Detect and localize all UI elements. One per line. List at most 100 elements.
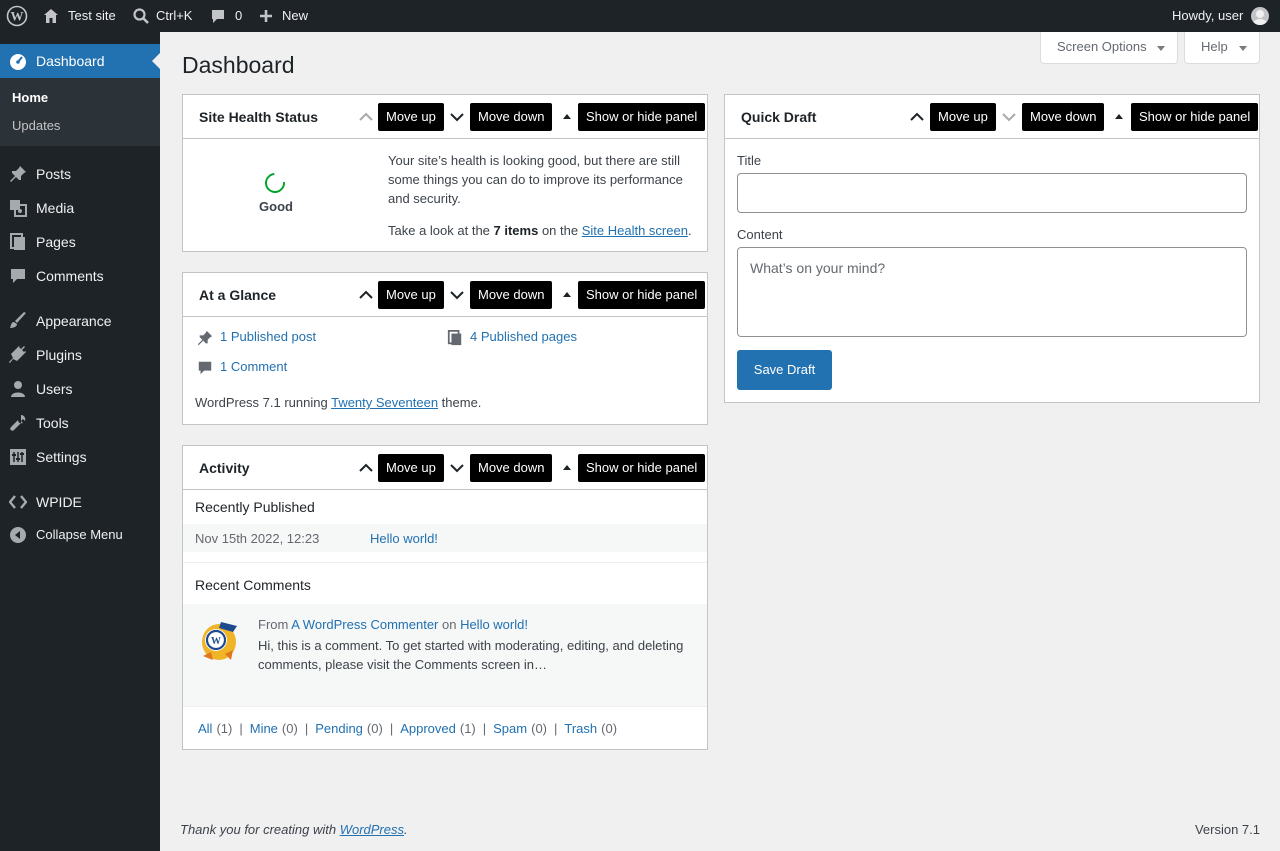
sidebar-item-label: Collapse Menu (36, 527, 123, 542)
published-row: Nov 15th 2022, 12:23 Hello world! (183, 524, 707, 552)
filter-count: (0) (601, 721, 618, 736)
wordpress-link[interactable]: WordPress (340, 822, 404, 837)
chevron-up-icon[interactable] (356, 107, 376, 127)
commenter-avatar: W (202, 622, 237, 660)
health-details: Take a look at the 7 items on the Site H… (388, 221, 708, 240)
move-down-button[interactable]: Move down (1022, 103, 1105, 131)
caret-up-icon[interactable] (557, 107, 577, 127)
screen-options-button[interactable]: Screen Options (1040, 32, 1178, 64)
new-label: New (282, 8, 309, 23)
pages-icon (10, 233, 25, 250)
chevron-down-icon[interactable] (447, 285, 467, 305)
brush-icon (10, 312, 26, 328)
sidebar-item-users[interactable]: Users (0, 372, 160, 406)
footer-thanks-suffix: . (404, 822, 408, 837)
sidebar-item-tools[interactable]: Tools (0, 406, 160, 440)
sidebar-item-label: Users (36, 381, 73, 397)
wrench-icon (10, 415, 26, 431)
footer-thanks-prefix: Thank you for creating with (180, 822, 340, 837)
toggle-panel-button[interactable]: Show or hide panel (578, 281, 706, 309)
widget-title: Quick Draft (741, 109, 817, 125)
draft-content-textarea[interactable]: What’s on your mind? (737, 247, 1247, 337)
filter-all[interactable]: All (198, 721, 212, 736)
sidebar-item-label: Settings (36, 449, 87, 465)
health-details-prefix: Take a look at the (388, 223, 494, 238)
published-post-link[interactable]: Hello world! (370, 531, 438, 546)
help-button[interactable]: Help (1184, 32, 1260, 64)
sidebar-item-media[interactable]: Media (0, 191, 160, 225)
new-content-button[interactable]: New (258, 0, 308, 32)
health-message: Your site’s health is looking good, but … (388, 153, 683, 206)
theme-info-prefix: WordPress 7.1 running (195, 395, 332, 410)
page-title: Dashboard (182, 52, 295, 78)
chevron-down-icon[interactable] (447, 107, 467, 127)
filter-spam[interactable]: Spam (493, 721, 527, 736)
divider (183, 706, 707, 707)
filter-mine[interactable]: Mine (250, 721, 278, 736)
sidebar-item-settings[interactable]: Settings (0, 440, 160, 474)
draft-title-label: Title (737, 153, 762, 168)
widget-title: Activity (199, 460, 250, 476)
comments-count-link[interactable]: 1 Comment (220, 359, 287, 374)
move-down-button[interactable]: Move down (470, 454, 553, 482)
settings-icon (10, 449, 26, 465)
sidebar-item-pages[interactable]: Pages (0, 225, 160, 259)
activity-widget: Activity Move up Move down Show or hide … (182, 445, 708, 750)
site-name-link[interactable]: Test site (42, 0, 116, 32)
comment-post-link[interactable]: Hello world! (460, 617, 528, 632)
toggle-panel-button[interactable]: Show or hide panel (578, 103, 706, 131)
pages-icon (447, 330, 462, 346)
admin-bar: W Test site Ctrl+K 0 New Howdy, user (0, 0, 1280, 32)
draft-title-input[interactable] (737, 173, 1247, 213)
published-posts-link[interactable]: 1 Published post (220, 329, 316, 344)
svg-text:W: W (11, 9, 24, 24)
filter-trash[interactable]: Trash (564, 721, 597, 736)
chevron-up-icon[interactable] (356, 458, 376, 478)
site-health-screen-link[interactable]: Site Health screen (582, 223, 688, 238)
chevron-up-icon[interactable] (907, 107, 927, 127)
move-up-button[interactable]: Move up (378, 103, 444, 131)
chevron-down-icon[interactable] (447, 458, 467, 478)
command-palette-button[interactable]: Ctrl+K (132, 0, 192, 32)
move-down-button[interactable]: Move down (470, 281, 553, 309)
collapse-icon (10, 527, 26, 543)
quick-draft-widget: Quick Draft Move up Move down Show or hi… (724, 94, 1260, 403)
sidebar-item-plugins[interactable]: Plugins (0, 338, 160, 372)
move-up-button[interactable]: Move up (378, 454, 444, 482)
filter-approved[interactable]: Approved (400, 721, 456, 736)
save-draft-button[interactable]: Save Draft (737, 350, 832, 390)
footer-thanks: Thank you for creating with WordPress. (180, 822, 408, 837)
comment-author-link[interactable]: A WordPress Commenter (291, 617, 438, 632)
submenu-item-home[interactable]: Home (12, 90, 48, 105)
caret-up-icon[interactable] (557, 458, 577, 478)
account-menu[interactable]: Howdy, user (1172, 0, 1270, 32)
theme-link[interactable]: Twenty Seventeen (331, 395, 438, 410)
chevron-down-icon[interactable] (999, 107, 1019, 127)
sidebar-item-wpide[interactable]: WPIDE (0, 485, 160, 519)
toggle-panel-button[interactable]: Show or hide panel (578, 454, 706, 482)
draft-content-placeholder: What’s on your mind? (750, 260, 886, 276)
move-up-button[interactable]: Move up (378, 281, 444, 309)
sidebar-item-comments[interactable]: Comments (0, 259, 160, 293)
sidebar-item-dashboard[interactable]: Dashboard (0, 44, 160, 78)
toggle-panel-button[interactable]: Show or hide panel (1131, 103, 1259, 131)
wordpress-logo-icon[interactable]: W (6, 0, 30, 32)
health-details-middle: on the (538, 223, 582, 238)
caret-up-icon[interactable] (557, 285, 577, 305)
sidebar-item-appearance[interactable]: Appearance (0, 304, 160, 338)
published-pages-link[interactable]: 4 Published pages (470, 329, 577, 344)
comment-item: W From A WordPress Commenter on Hello wo… (183, 604, 707, 706)
health-status-circle-icon (260, 168, 290, 198)
caret-up-icon[interactable] (1109, 107, 1129, 127)
comments-link[interactable]: 0 (209, 0, 242, 32)
filter-pending[interactable]: Pending (315, 721, 363, 736)
sidebar-item-posts[interactable]: Posts (0, 157, 160, 191)
theme-info: WordPress 7.1 running Twenty Seventeen t… (195, 395, 481, 410)
search-icon (133, 8, 149, 24)
move-down-button[interactable]: Move down (470, 103, 553, 131)
submenu-item-updates[interactable]: Updates (12, 118, 60, 133)
move-up-button[interactable]: Move up (930, 103, 996, 131)
chevron-up-icon[interactable] (356, 285, 376, 305)
filter-separator: | (389, 721, 394, 736)
sidebar-collapse-menu[interactable]: Collapse Menu (0, 518, 160, 552)
